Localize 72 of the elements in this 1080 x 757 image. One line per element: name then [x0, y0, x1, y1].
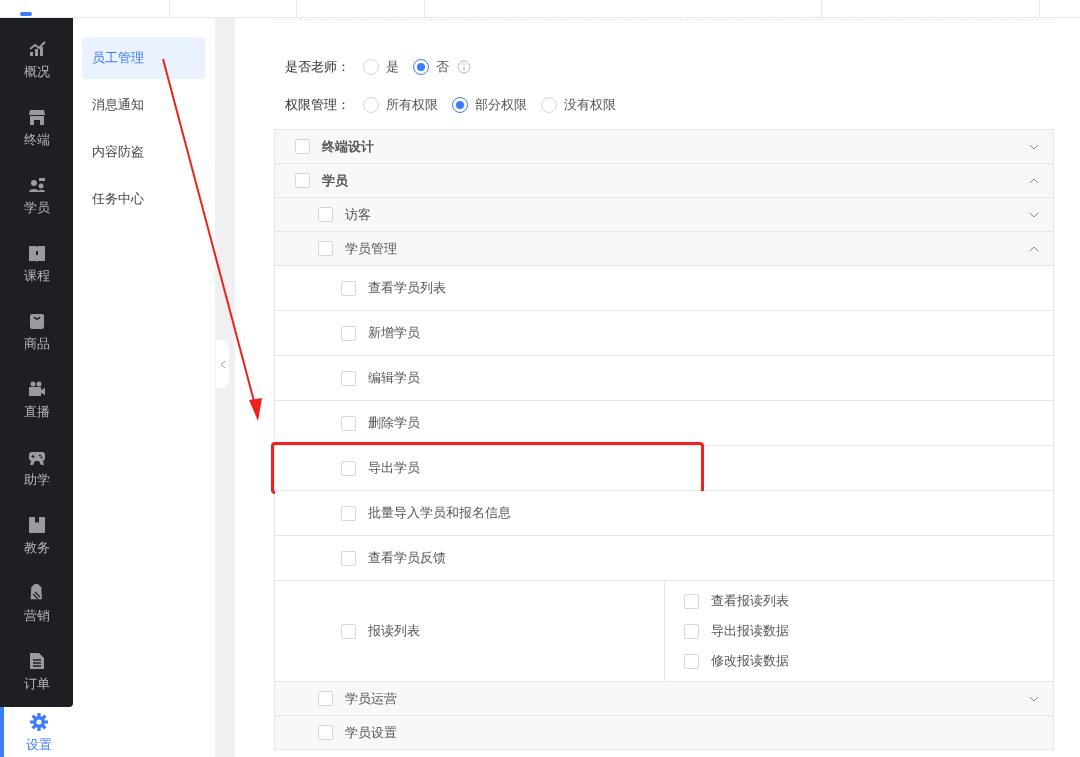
subcategory-label: 访客: [345, 205, 371, 224]
checkbox[interactable]: [318, 691, 333, 706]
chevron-down-icon[interactable]: [1029, 695, 1039, 702]
field-label: 是否老师：: [285, 58, 351, 77]
nav-item[interactable]: 教务: [0, 503, 73, 571]
radio-option[interactable]: 是: [363, 57, 399, 77]
radio-option[interactable]: 所有权限: [363, 95, 438, 115]
logo-fragment: [20, 12, 32, 16]
permission-label: 批量导入学员和报名信息: [368, 504, 511, 523]
settings-icon: [29, 713, 48, 732]
permission-label: 报读列表: [368, 622, 420, 641]
checkbox[interactable]: [341, 415, 356, 431]
checkbox[interactable]: [341, 550, 356, 566]
chevron-down-icon[interactable]: [1029, 211, 1039, 218]
document-icon: [27, 652, 46, 671]
permission-label: 新增学员: [368, 324, 420, 343]
checkbox[interactable]: [341, 325, 356, 341]
checkbox[interactable]: [341, 370, 356, 386]
checkbox[interactable]: [318, 725, 333, 740]
book-icon: [27, 244, 46, 263]
permission-label: 查看报读列表: [711, 592, 789, 611]
permission-label: 查看学员反馈: [368, 549, 446, 568]
checkbox[interactable]: [341, 623, 356, 639]
nav-item[interactable]: 营销: [0, 571, 73, 639]
field-label: 权限管理：: [285, 96, 351, 115]
permission-label: 查看学员列表: [368, 279, 446, 298]
checkbox[interactable]: [341, 460, 356, 476]
collapse-handle[interactable]: [216, 340, 229, 388]
permission-label: 修改报读数据: [711, 652, 789, 671]
chevron-up-icon[interactable]: [1029, 177, 1039, 184]
category-label: 学员: [322, 171, 348, 190]
nav-item[interactable]: 订单: [0, 639, 73, 707]
nav-item[interactable]: 商品: [0, 299, 73, 367]
nav-item[interactable]: 课程: [0, 231, 73, 299]
box-icon: [27, 516, 46, 535]
menu-item[interactable]: 内容防盗: [82, 131, 205, 173]
nav-item[interactable]: 助学: [0, 435, 73, 503]
nav-item[interactable]: 直播: [0, 367, 73, 435]
checkbox[interactable]: [684, 593, 699, 609]
video-camera-icon: [27, 380, 46, 399]
radio-option[interactable]: 否: [413, 57, 449, 77]
menu-item[interactable]: 任务中心: [82, 178, 205, 220]
chevron-up-icon[interactable]: [1029, 245, 1039, 252]
permission-label: 删除学员: [368, 414, 420, 433]
nav-item[interactable]: 终端: [0, 95, 73, 163]
checkbox[interactable]: [684, 623, 699, 639]
radio-option[interactable]: 没有权限: [541, 95, 616, 115]
subcategory-label: 学员运营: [345, 689, 397, 708]
checkbox[interactable]: [295, 173, 310, 188]
subcategory-label: 学员管理: [345, 239, 397, 258]
nav-item[interactable]: 学员: [0, 163, 73, 231]
nav-item[interactable]: 概况: [0, 27, 73, 95]
permission-label: 导出报读数据: [711, 622, 789, 641]
subcategory-label: 学员设置: [345, 723, 397, 742]
radio-option[interactable]: 部分权限: [452, 95, 527, 115]
people-icon: [27, 176, 46, 195]
bag-icon: [27, 312, 46, 331]
checkbox[interactable]: [318, 207, 333, 222]
store-icon: [27, 108, 46, 127]
chart-icon: [27, 40, 46, 59]
category-label: 终端设计: [322, 137, 374, 156]
checkbox[interactable]: [341, 280, 356, 296]
checkbox[interactable]: [341, 505, 356, 521]
permission-label: 导出学员: [368, 459, 420, 478]
checkbox[interactable]: [295, 139, 310, 154]
checkbox[interactable]: [318, 241, 333, 256]
menu-item[interactable]: 消息通知: [82, 84, 205, 126]
checkbox[interactable]: [684, 653, 699, 669]
menu-item[interactable]: 员工管理: [82, 37, 205, 79]
permission-label: 编辑学员: [368, 369, 420, 388]
info-icon[interactable]: [457, 60, 471, 74]
chevron-down-icon[interactable]: [1029, 143, 1039, 150]
